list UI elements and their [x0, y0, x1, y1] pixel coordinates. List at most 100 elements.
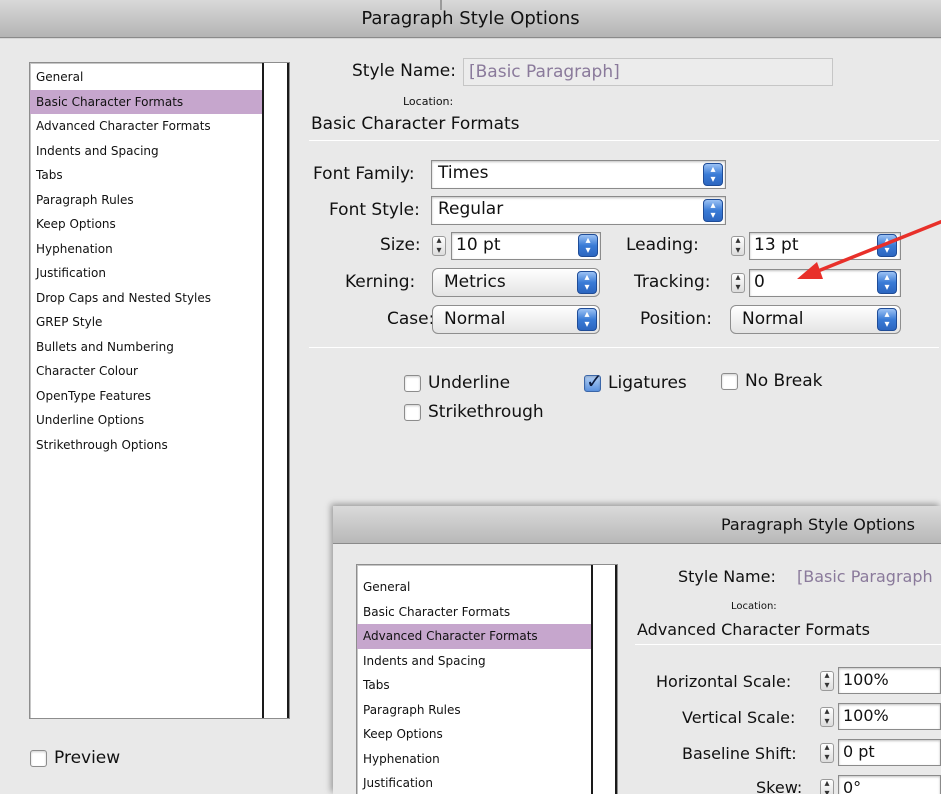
overlay-category-list[interactable]: General Basic Character Formats Advanced C… [356, 564, 618, 794]
skew-stepper[interactable] [820, 779, 834, 794]
category-item[interactable]: Tabs [30, 163, 262, 188]
checkmark-icon: ✓ [586, 369, 603, 393]
category-item[interactable]: Hyphenation [30, 237, 262, 262]
leading-label: Leading: [626, 235, 699, 255]
category-item[interactable]: Underline Options [30, 408, 262, 433]
font-style-combo[interactable]: Regular [431, 196, 726, 225]
category-item[interactable]: Bullets and Numbering [30, 335, 262, 360]
horizontal-scale-field[interactable]: 100% [838, 667, 941, 694]
font-style-dropdown-button[interactable] [703, 199, 723, 222]
size-stepper[interactable] [432, 236, 446, 256]
category-item[interactable]: GREP Style [30, 310, 262, 335]
category-item[interactable]: General [357, 575, 591, 600]
tracking-value[interactable]: 0 [754, 272, 765, 292]
overlay-location-label: Location: [731, 601, 777, 612]
skew-field[interactable]: 0° [838, 775, 941, 794]
position-value[interactable]: Normal [742, 309, 804, 329]
category-item[interactable]: Paragraph Rules [30, 188, 262, 213]
options-divider [309, 347, 939, 348]
category-item[interactable]: Justification [30, 261, 262, 286]
category-list[interactable]: General Basic Character Formats Advanced C… [29, 62, 290, 719]
no-break-checkbox[interactable] [721, 373, 738, 390]
horizontal-scale-label: Horizontal Scale: [656, 672, 792, 691]
overlay-style-name-value: [Basic Paragraph [797, 567, 933, 586]
category-item[interactable]: Basic Character Formats [357, 600, 591, 625]
category-item[interactable]: Keep Options [357, 722, 591, 747]
dialog-titlebar: Paragraph Style Options [0, 0, 941, 38]
overlay-category-scrollbar[interactable] [591, 565, 617, 794]
kerning-select[interactable]: Metrics [432, 268, 600, 297]
font-family-combo[interactable]: Times [431, 160, 726, 189]
underline-checkbox[interactable] [404, 375, 421, 392]
kerning-dropdown-button[interactable] [577, 271, 597, 294]
category-item[interactable]: Strikethrough Options [30, 433, 262, 458]
category-scrollbar[interactable] [262, 63, 289, 718]
size-dropdown-button[interactable] [578, 234, 598, 257]
kerning-label: Kerning: [345, 272, 416, 292]
category-item[interactable]: Advanced Character Formats [357, 624, 591, 649]
tracking-stepper[interactable] [731, 273, 745, 293]
category-item[interactable]: Paragraph Rules [357, 698, 591, 723]
strikethrough-checkbox[interactable] [404, 404, 421, 421]
section-title: Basic Character Formats [311, 114, 520, 134]
font-family-value[interactable]: Times [438, 163, 488, 183]
baseline-shift-value[interactable]: 0 pt [843, 742, 875, 761]
position-dropdown-button[interactable] [877, 308, 897, 331]
red-arrow-shaft [811, 219, 941, 275]
font-family-dropdown-button[interactable] [703, 163, 723, 186]
font-style-value[interactable]: Regular [438, 199, 503, 219]
skew-label: Skew: [756, 778, 803, 794]
position-label: Position: [640, 309, 712, 329]
case-select[interactable]: Normal [432, 305, 600, 334]
ligatures-label[interactable]: Ligatures [608, 373, 687, 393]
horizontal-scale-value[interactable]: 100% [843, 670, 889, 689]
vertical-scale-stepper[interactable] [820, 707, 834, 727]
vertical-scale-label: Vertical Scale: [682, 708, 796, 727]
overlay-style-name-label: Style Name: [678, 567, 776, 586]
category-item[interactable]: Basic Character Formats [30, 89, 262, 114]
category-item[interactable]: Keep Options [30, 212, 262, 237]
baseline-shift-stepper[interactable] [820, 743, 834, 763]
section-divider [309, 140, 939, 141]
overlay-section-divider [635, 644, 941, 645]
category-item[interactable]: Justification [357, 771, 591, 794]
preview-checkbox[interactable] [30, 750, 47, 767]
case-label: Case: [387, 309, 435, 329]
category-item[interactable]: Advanced Character Formats [30, 114, 262, 139]
font-style-label: Font Style: [329, 200, 420, 220]
skew-value[interactable]: 0° [843, 778, 861, 794]
location-label: Location: [403, 95, 454, 108]
red-arrow-icon [797, 219, 941, 279]
dialog-title: Paragraph Style Options [361, 8, 580, 29]
category-item[interactable]: Drop Caps and Nested Styles [30, 286, 262, 311]
category-item[interactable]: General [30, 65, 262, 90]
kerning-value[interactable]: Metrics [444, 272, 506, 292]
strikethrough-label[interactable]: Strikethrough [428, 402, 544, 422]
position-select[interactable]: Normal [730, 305, 901, 334]
size-value[interactable]: 10 pt [456, 235, 501, 255]
category-item[interactable]: OpenType Features [30, 384, 262, 409]
overlay-titlebar: Paragraph Style Options [333, 506, 941, 544]
vertical-scale-value[interactable]: 100% [843, 706, 889, 725]
underline-label[interactable]: Underline [428, 373, 510, 393]
leading-value[interactable]: 13 pt [754, 235, 799, 255]
category-item[interactable]: Indents and Spacing [357, 649, 591, 674]
preview-label[interactable]: Preview [54, 748, 120, 768]
category-item[interactable]: Tabs [357, 673, 591, 698]
category-item[interactable]: Indents and Spacing [30, 139, 262, 164]
red-arrow-head [797, 262, 823, 279]
baseline-shift-field[interactable]: 0 pt [838, 739, 941, 766]
style-name-field: [Basic Paragraph] [463, 58, 833, 86]
horizontal-scale-stepper[interactable] [820, 671, 834, 691]
case-value[interactable]: Normal [444, 309, 506, 329]
leading-stepper[interactable] [731, 236, 745, 256]
vertical-scale-field[interactable]: 100% [838, 703, 941, 730]
category-item[interactable]: Hyphenation [357, 747, 591, 772]
overlay-title: Paragraph Style Options [720, 515, 915, 534]
overlay-section-title: Advanced Character Formats [637, 620, 870, 639]
ligatures-checkbox[interactable]: ✓ [584, 369, 603, 393]
case-dropdown-button[interactable] [577, 308, 597, 331]
style-name-label: Style Name: [352, 61, 456, 81]
category-item[interactable]: Character Colour [30, 359, 262, 384]
no-break-label[interactable]: No Break [745, 371, 823, 391]
